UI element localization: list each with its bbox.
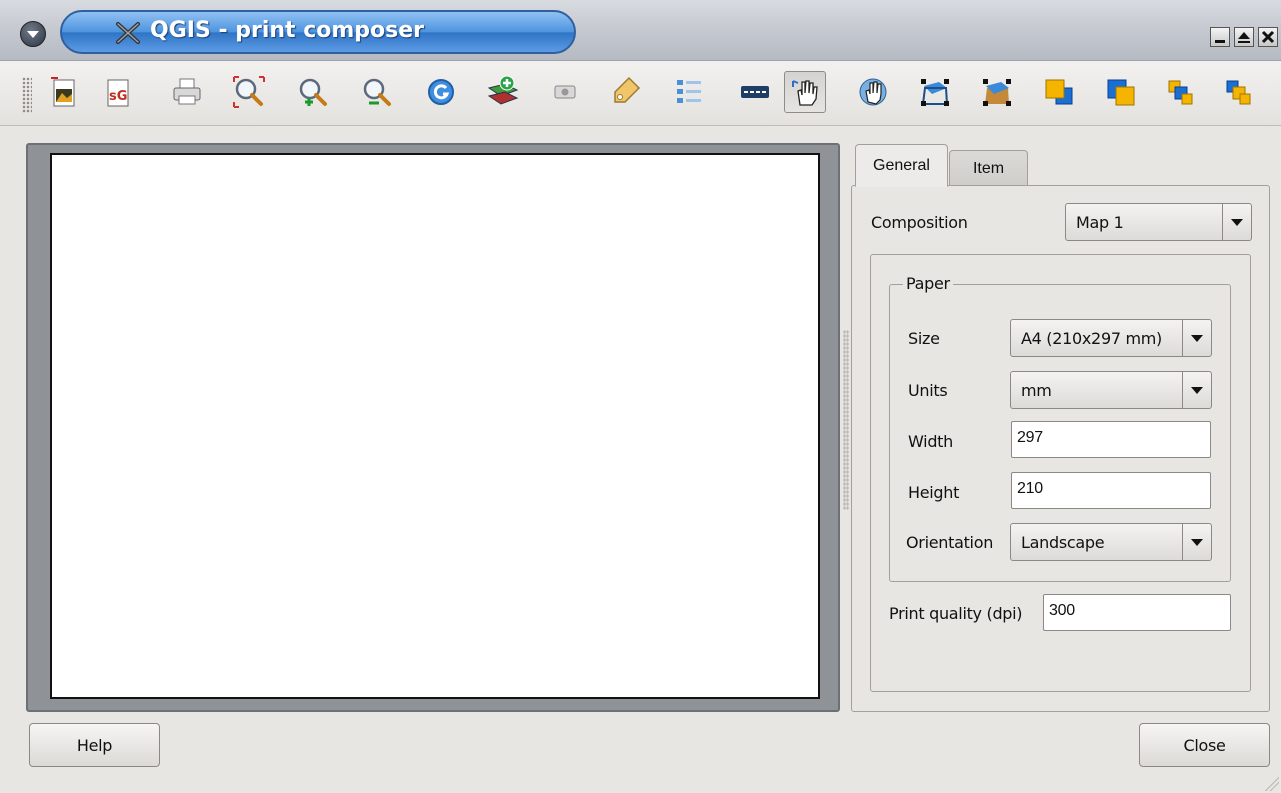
size-value: A4 (210x297 mm) — [1021, 329, 1163, 348]
add-legend-button[interactable] — [668, 71, 710, 113]
select-move-button[interactable] — [784, 71, 826, 113]
window-title: QGIS - print composer — [150, 18, 425, 43]
orientation-select[interactable]: Landscape — [1010, 523, 1212, 561]
window-menu-icon[interactable] — [20, 21, 46, 47]
zoom-out-button[interactable] — [356, 71, 398, 113]
refresh-icon — [428, 79, 454, 105]
units-label: Units — [908, 381, 948, 400]
raise-icon — [1045, 79, 1073, 105]
help-button[interactable]: Help — [29, 723, 160, 767]
add-image-icon — [554, 85, 576, 99]
zoom-full-button[interactable] — [228, 71, 270, 113]
chevron-down-icon — [1182, 372, 1211, 408]
add-label-icon — [614, 76, 641, 103]
bring-to-front-icon — [1168, 80, 1193, 105]
width-label: Width — [908, 432, 953, 451]
add-scalebar-icon — [741, 86, 769, 98]
export-svg-icon: sG — [107, 79, 129, 107]
toolbar-grip[interactable] — [22, 77, 32, 113]
orientation-label: Orientation — [906, 533, 994, 552]
width-field[interactable]: 297 — [1011, 421, 1211, 458]
composer-canvas[interactable] — [26, 143, 840, 712]
close-button[interactable]: Close — [1139, 723, 1270, 767]
print-button[interactable] — [166, 71, 208, 113]
ungroup-icon — [983, 79, 1011, 106]
add-label-button[interactable] — [604, 71, 646, 113]
tab-general[interactable]: General — [855, 144, 948, 187]
lower-button[interactable] — [1100, 71, 1142, 113]
chevron-down-icon — [1182, 320, 1211, 356]
export-image-icon — [51, 77, 75, 107]
panel-splitter[interactable] — [843, 330, 849, 510]
add-legend-icon — [677, 80, 701, 103]
size-select[interactable]: A4 (210x297 mm) — [1010, 319, 1212, 357]
add-map-icon — [487, 75, 519, 105]
group-icon — [921, 79, 949, 106]
composition-select[interactable]: Map 1 — [1065, 203, 1252, 241]
svg-text:sG: sG — [109, 89, 127, 104]
chevron-down-icon — [1222, 204, 1251, 240]
send-to-back-button[interactable] — [1218, 71, 1260, 113]
maximize-icon — [1238, 32, 1250, 43]
send-to-back-icon — [1226, 80, 1251, 105]
export-image-button[interactable] — [42, 71, 84, 113]
raise-button[interactable] — [1038, 71, 1080, 113]
paper-group-title: Paper — [903, 274, 953, 293]
canvas-paper[interactable] — [50, 153, 820, 699]
group-items-button[interactable] — [914, 71, 956, 113]
maximize-button[interactable] — [1234, 27, 1254, 47]
add-scalebar-button[interactable] — [734, 71, 776, 113]
zoom-full-icon — [233, 76, 265, 108]
lower-icon — [1107, 79, 1135, 106]
print-quality-label: Print quality (dpi) — [889, 604, 1023, 623]
add-map-button[interactable] — [482, 71, 524, 113]
composer-toolbar: sG — [0, 61, 1281, 126]
tab-item[interactable]: Item — [949, 150, 1028, 187]
zoom-in-icon — [299, 78, 327, 106]
resize-grip[interactable] — [1263, 775, 1279, 791]
minimize-button[interactable] — [1210, 27, 1230, 47]
title-pill: QGIS - print composer — [60, 10, 576, 54]
qgis-logo-icon — [116, 22, 140, 44]
close-window-button[interactable] — [1258, 27, 1278, 47]
refresh-button[interactable] — [420, 71, 462, 113]
move-content-icon — [859, 78, 887, 106]
ungroup-items-button[interactable] — [976, 71, 1018, 113]
minimize-icon — [1215, 40, 1225, 43]
export-svg-button[interactable]: sG — [96, 71, 138, 113]
composition-label: Composition — [871, 213, 968, 232]
close-icon — [1261, 30, 1275, 44]
print-quality-field[interactable]: 300 — [1043, 594, 1231, 631]
add-image-button[interactable] — [544, 71, 586, 113]
size-label: Size — [908, 329, 940, 348]
zoom-in-button[interactable] — [292, 71, 334, 113]
orientation-value: Landscape — [1021, 533, 1105, 552]
bring-to-front-button[interactable] — [1160, 71, 1202, 113]
composition-value: Map 1 — [1076, 213, 1124, 232]
title-bar[interactable]: QGIS - print composer — [0, 0, 1281, 61]
move-content-button[interactable] — [852, 71, 894, 113]
print-icon — [173, 78, 201, 105]
units-select[interactable]: mm — [1010, 371, 1212, 409]
select-move-icon — [792, 80, 818, 106]
units-value: mm — [1021, 381, 1052, 400]
chevron-down-icon — [1182, 524, 1211, 560]
height-label: Height — [908, 483, 960, 502]
zoom-out-icon — [363, 78, 391, 106]
height-field[interactable]: 210 — [1011, 472, 1211, 509]
